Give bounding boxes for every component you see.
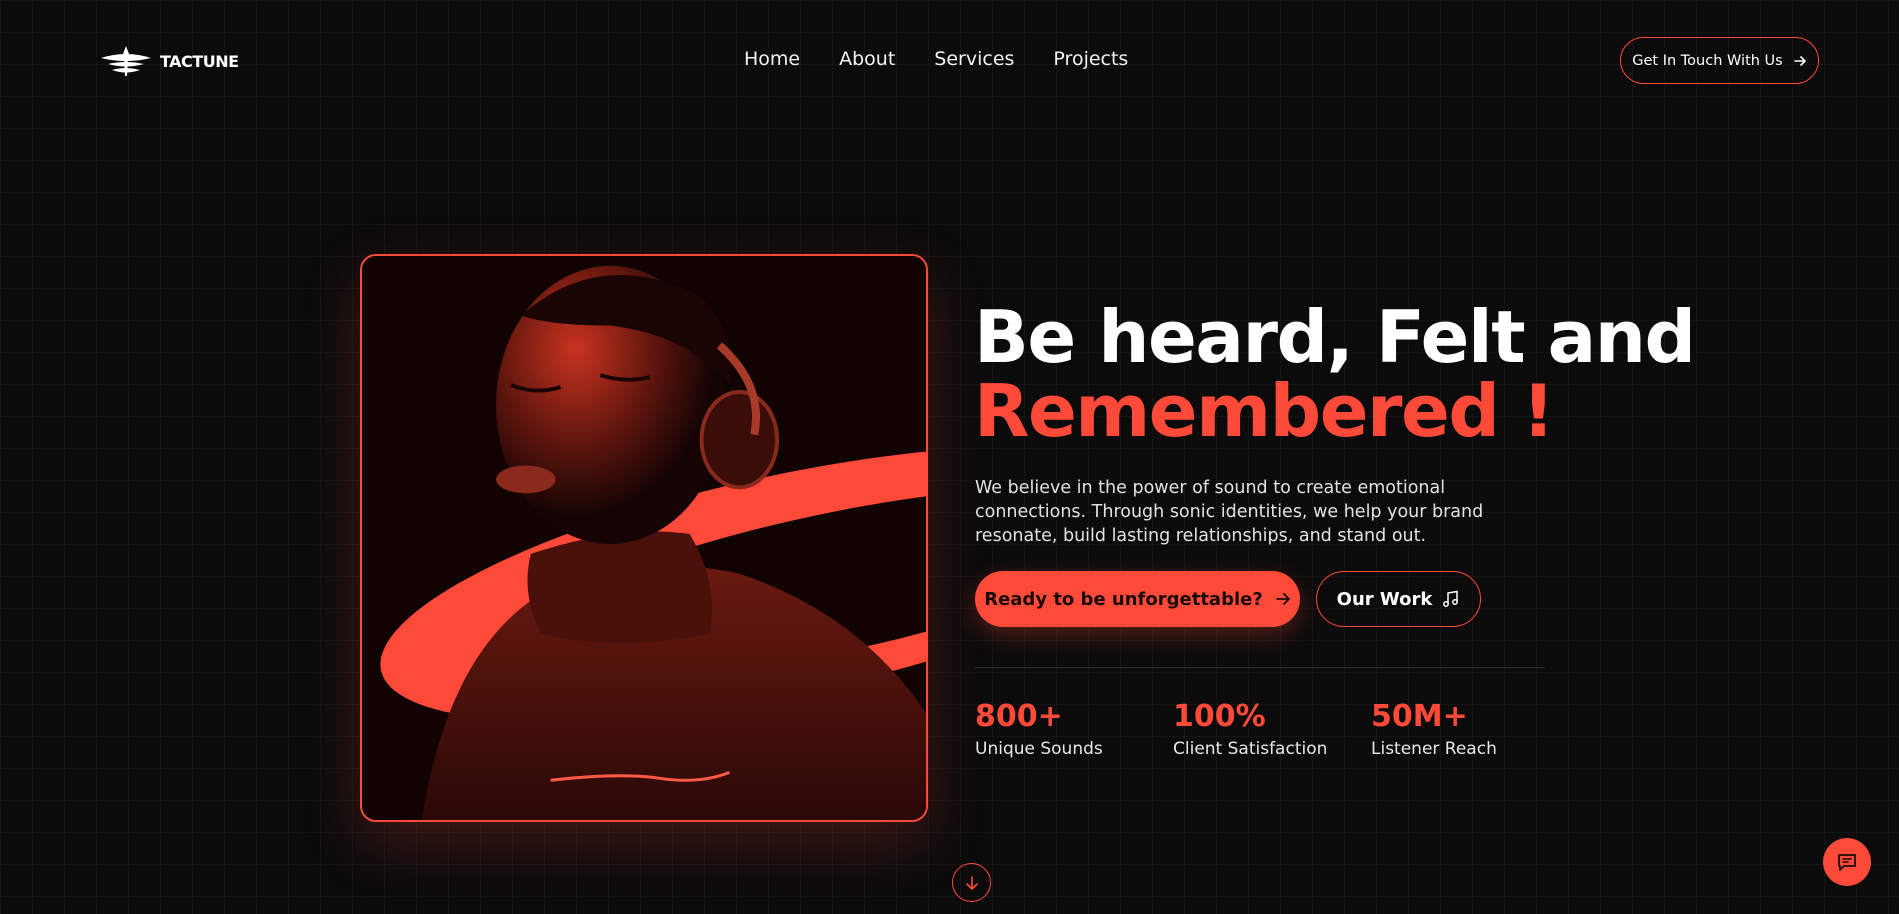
stat-value: 100%	[1173, 699, 1266, 734]
get-in-touch-button[interactable]: Get In Touch With Us	[1620, 37, 1819, 84]
chat-button[interactable]	[1823, 838, 1871, 886]
nav-link-home[interactable]: Home	[744, 48, 800, 70]
stat-unique-sounds: 800+ Unique Sounds	[975, 697, 1173, 759]
brand-logo[interactable]: TACTUNE	[98, 44, 239, 78]
nav-link-projects[interactable]: Projects	[1053, 48, 1128, 70]
scroll-down-button[interactable]	[952, 863, 991, 902]
arrow-right-icon	[1793, 55, 1806, 66]
stats-divider	[975, 667, 1545, 668]
stat-label: Client Satisfaction	[1173, 739, 1328, 759]
primary-button-label: Ready to be unforgettable?	[984, 588, 1263, 610]
headline-line-2: Remembered !	[974, 369, 1555, 453]
main-nav: Home About Services Projects	[744, 48, 1128, 70]
stats-row: 800+ Unique Sounds 100% Client Satisfact…	[975, 697, 1569, 759]
stat-listener-reach: 50M+ Listener Reach	[1371, 697, 1569, 759]
chat-icon	[1838, 854, 1856, 871]
arrow-right-icon	[1275, 593, 1290, 605]
arrow-down-icon	[965, 875, 978, 890]
stat-label: Listener Reach	[1371, 739, 1497, 759]
our-work-button[interactable]: Our Work	[1316, 571, 1481, 627]
tactune-logo-icon	[101, 46, 151, 76]
nav-link-about[interactable]: About	[839, 48, 895, 70]
person-with-headphones-photo	[362, 256, 926, 820]
nav-link-services[interactable]: Services	[934, 48, 1014, 70]
hero-description: We believe in the power of sound to crea…	[975, 478, 1484, 546]
ready-to-be-unforgettable-button[interactable]: Ready to be unforgettable?	[975, 571, 1300, 627]
brand-name: TACTUNE	[160, 51, 239, 71]
hero-photo	[360, 254, 928, 822]
get-in-touch-label: Get In Touch With Us	[1632, 52, 1783, 69]
hero-headline: Be heard, Felt and Remembered !	[974, 295, 1696, 453]
headline-line-1: Be heard, Felt and	[974, 295, 1696, 379]
secondary-button-label: Our Work	[1336, 588, 1433, 610]
stat-value: 800+	[975, 699, 1063, 734]
stat-client-satisfaction: 100% Client Satisfaction	[1173, 697, 1371, 759]
stat-label: Unique Sounds	[975, 739, 1103, 759]
stat-value: 50M+	[1371, 699, 1468, 734]
music-note-icon	[1443, 590, 1459, 607]
